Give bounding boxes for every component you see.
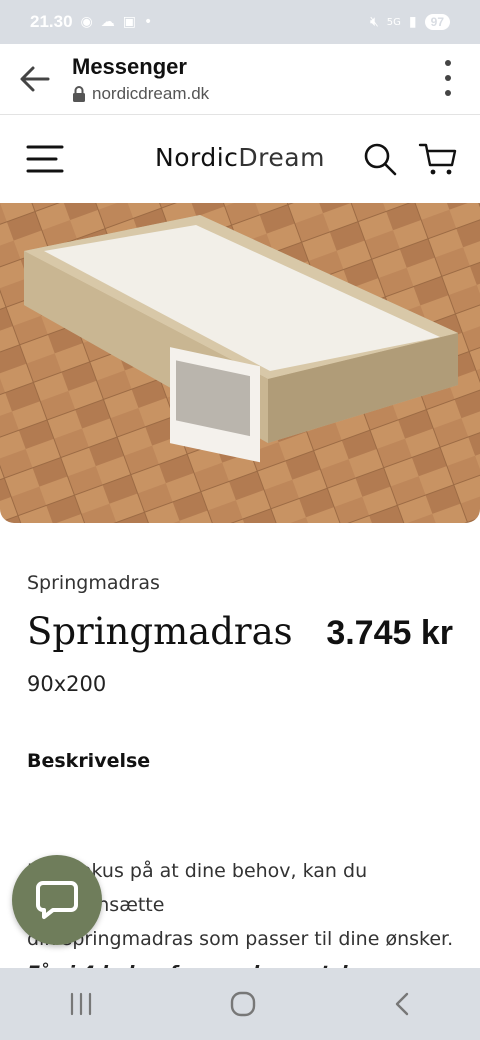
home-icon[interactable] [229, 990, 257, 1018]
product-size: 90x200 [27, 672, 107, 696]
site-header: NordicDream [0, 115, 480, 203]
kebab-menu-icon[interactable] [444, 60, 452, 96]
status-bar: 21.30 ◉ ☁ ▣ • 🔇︎ 5G ▮ 97 [0, 0, 480, 44]
cart-icon[interactable] [418, 141, 458, 177]
in-app-browser-header: Messenger nordicdream.dk [0, 44, 480, 115]
status-time: 21.30 [30, 12, 73, 31]
url-text: nordicdream.dk [92, 84, 210, 103]
gallery-icon: ▣ [122, 14, 136, 30]
product-image[interactable] [0, 203, 480, 523]
mute-icon: 🔇︎ [369, 14, 379, 30]
lock-icon [73, 86, 85, 102]
product-title: Springmadras [27, 610, 293, 653]
chat-button[interactable] [12, 855, 102, 945]
product-price: 3.745 kr [326, 614, 453, 652]
cloud-icon: ☁ [100, 14, 115, 30]
network-label: 5G [386, 16, 401, 28]
browser-title: Messenger [72, 54, 187, 79]
logo-light: Dream [238, 143, 325, 172]
site-logo[interactable]: NordicDream [0, 143, 480, 172]
browser-url: nordicdream.dk [72, 84, 209, 104]
description-heading: Beskrivelse [27, 750, 151, 772]
product-photo [0, 203, 480, 523]
signal-icon: ▮ [408, 14, 417, 30]
chat-icon [36, 881, 78, 919]
logo-bold: Nordic [155, 143, 239, 172]
arrow-left-icon[interactable] [18, 62, 52, 96]
messenger-notification-icon: ◉ [80, 14, 93, 30]
nav-back-icon[interactable] [392, 991, 412, 1017]
dot-icon: • [144, 14, 153, 30]
search-icon[interactable] [362, 141, 398, 177]
battery-indicator: 97 [424, 14, 450, 30]
system-nav-bar [0, 968, 480, 1040]
recents-icon[interactable] [68, 992, 94, 1016]
product-category[interactable]: Springmadras [27, 572, 160, 594]
